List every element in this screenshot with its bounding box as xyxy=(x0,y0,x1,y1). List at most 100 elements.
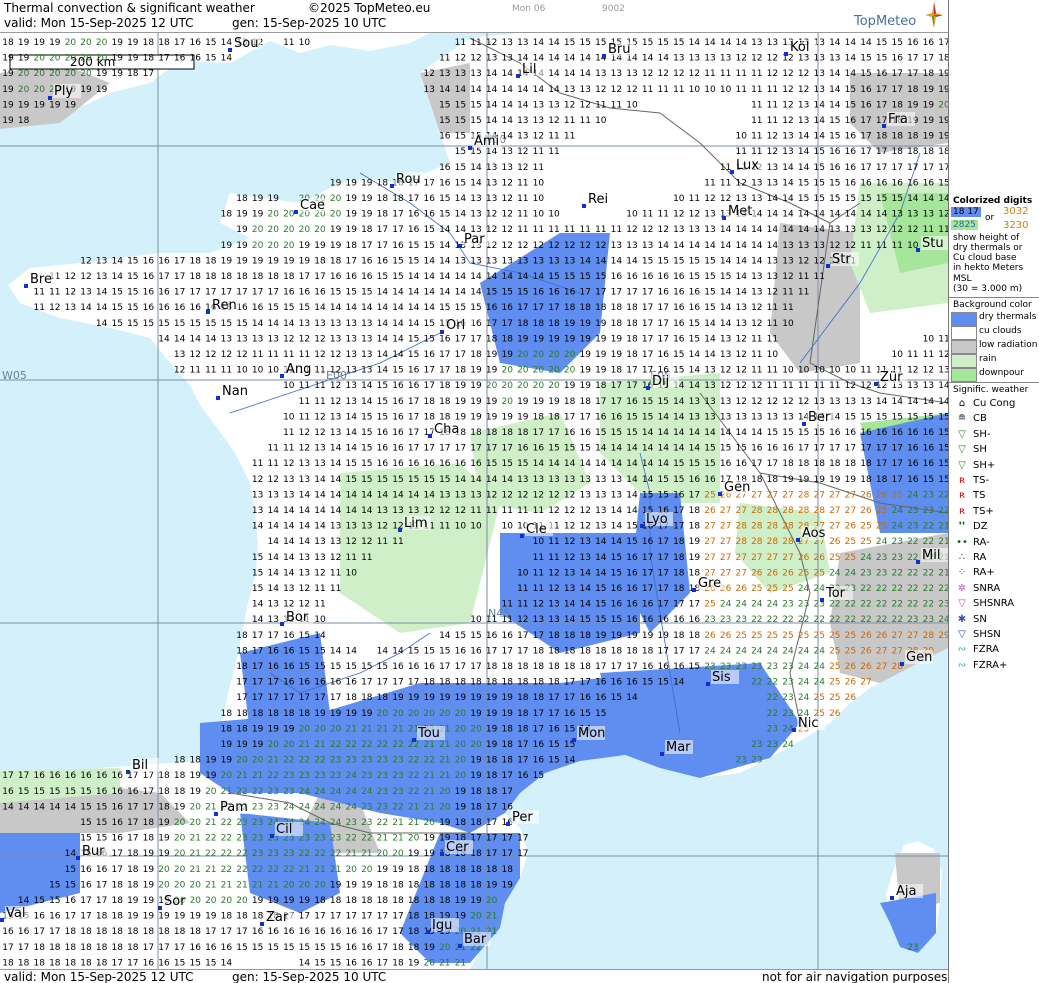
thermal-digit: 15 xyxy=(127,272,138,282)
thermal-digit: 13 xyxy=(283,490,294,500)
thermal-digit: 17 xyxy=(876,444,887,454)
thermal-digit: 27 xyxy=(735,568,746,578)
thermal-digit: 18 xyxy=(876,132,888,142)
thermal-digit: 18 xyxy=(330,256,342,266)
thermal-digit: 27 xyxy=(720,537,731,547)
forecast-map[interactable]: N50N45W05E00E05200 km1819191920202019191… xyxy=(0,33,948,969)
thermal-digit: 16 xyxy=(49,771,61,781)
thermal-digit: 24 xyxy=(283,802,295,812)
thermal-digit: 17 xyxy=(455,444,466,454)
thermal-digit: 18 xyxy=(111,943,123,953)
thermal-digit: 18 xyxy=(158,771,170,781)
city-dot-icon xyxy=(280,622,284,626)
thermal-digit: 10 xyxy=(548,210,560,220)
thermal-digit: 12 xyxy=(720,366,731,376)
thermal-digit: 15 xyxy=(455,163,466,173)
thermal-digit: 24 xyxy=(330,802,342,812)
thermal-digit: 15 xyxy=(345,662,356,672)
thermal-digit: 13 xyxy=(439,69,450,79)
thermal-digit: 14 xyxy=(798,210,810,220)
thermal-digit: 13 xyxy=(423,85,434,95)
legend-symbol-label: FZRA xyxy=(973,644,999,656)
thermal-digit: 14 xyxy=(439,288,451,298)
thermal-digit: 16 xyxy=(548,724,560,734)
thermal-digit: 18 xyxy=(767,475,779,485)
thermal-digit: 19 xyxy=(408,849,420,859)
thermal-digit: 16 xyxy=(408,662,420,672)
thermal-digit: 17 xyxy=(907,163,918,173)
topmeteo-logo[interactable]: TopMeteo xyxy=(854,14,916,29)
thermal-digit: 11 xyxy=(299,381,310,391)
thermal-digit: 12 xyxy=(673,69,684,79)
thermal-digit: 11 xyxy=(501,506,512,516)
thermal-digit: 28 xyxy=(735,522,747,532)
thermal-digit: 18 xyxy=(127,943,139,953)
thermal-digit: 16 xyxy=(829,147,841,157)
thermal-digit: 18 xyxy=(907,85,919,95)
thermal-digit: 25 xyxy=(798,631,809,641)
thermal-digit: 20 xyxy=(252,241,264,251)
thermal-digit: 13 xyxy=(751,38,762,48)
city-dot-icon xyxy=(398,528,402,532)
valid-time: valid: Mon 15-Sep-2025 12 UTC xyxy=(4,16,194,30)
city-marker[interactable]: Mon xyxy=(572,726,605,742)
thermal-digit: 20 xyxy=(501,366,513,376)
thermal-digit: 14 xyxy=(673,444,685,454)
thermal-digit: 11 xyxy=(704,69,715,79)
thermal-digit: 15 xyxy=(111,303,122,313)
thermal-digit: 18 xyxy=(548,662,560,672)
legend-swatch-label: low radiation xyxy=(979,340,1038,350)
thermal-digit: 17 xyxy=(267,288,278,298)
thermal-digit: 14 xyxy=(174,334,186,344)
thermal-digit: 19 xyxy=(517,334,529,344)
thermal-digit: 11 xyxy=(361,553,372,563)
thermal-digit: 15 xyxy=(907,412,918,422)
thermal-digit: 18 xyxy=(579,397,591,407)
thermal-digit: 19 xyxy=(501,350,513,360)
thermal-digit: 20 xyxy=(221,896,233,906)
thermal-digit: 12 xyxy=(65,272,76,282)
thermal-digit: 14 xyxy=(299,537,311,547)
thermal-digit: 26 xyxy=(813,553,825,563)
thermal-digit: 14 xyxy=(408,288,420,298)
thermal-digit: 13 xyxy=(829,397,840,407)
thermal-digit: 19 xyxy=(111,69,123,79)
thermal-digit: 21 xyxy=(408,818,419,828)
thermal-digit: 14 xyxy=(595,568,607,578)
thermal-digit: 13 xyxy=(408,506,419,516)
thermal-digit: 18 xyxy=(252,912,264,922)
thermal-digit: 15 xyxy=(767,428,778,438)
legend-swatch-label: dry thermals xyxy=(979,312,1037,322)
thermal-digit: 11 xyxy=(439,54,450,64)
thermal-digit: 24 xyxy=(361,787,373,797)
thermal-digit: 16 xyxy=(96,865,108,875)
thermal-digit: 14 xyxy=(517,85,529,95)
thermal-digit: 11 xyxy=(283,428,294,438)
thermal-digit: 12 xyxy=(642,225,653,235)
thermal-digit: 13 xyxy=(96,256,107,266)
map-canvas[interactable]: N50N45W05E00E05200 km1819191920202019191… xyxy=(0,33,948,969)
legend-desc-1: show height of xyxy=(953,233,1020,243)
city-dot-icon xyxy=(882,124,886,128)
thermal-digit: 15 xyxy=(938,444,948,454)
thermal-digit: 13 xyxy=(299,459,310,469)
city-marker[interactable]: Pam xyxy=(214,800,248,816)
thermal-digit: 19 xyxy=(470,756,482,766)
thermal-digit: 13 xyxy=(751,178,762,188)
thermal-digit: 22 xyxy=(221,849,232,859)
thermal-digit: 12 xyxy=(720,381,731,391)
thermal-digit: 15 xyxy=(595,600,606,610)
thermal-digit: 18 xyxy=(891,100,903,110)
thermal-digit: 14 xyxy=(330,444,342,454)
thermal-digit: 16 xyxy=(845,132,857,142)
thermal-digit: 28 xyxy=(813,506,825,516)
thermal-digit: 16 xyxy=(470,459,482,469)
thermal-digit: 12 xyxy=(782,116,793,126)
thermal-digit: 14 xyxy=(579,568,591,578)
thermal-digit: 10 xyxy=(845,366,857,376)
legend-symbol-label: SH xyxy=(973,444,987,456)
thermal-digit: 20 xyxy=(501,397,513,407)
thermal-digit: 15 xyxy=(158,319,169,329)
thermal-digit: 17 xyxy=(439,662,450,672)
thermal-digit: 13 xyxy=(236,334,247,344)
